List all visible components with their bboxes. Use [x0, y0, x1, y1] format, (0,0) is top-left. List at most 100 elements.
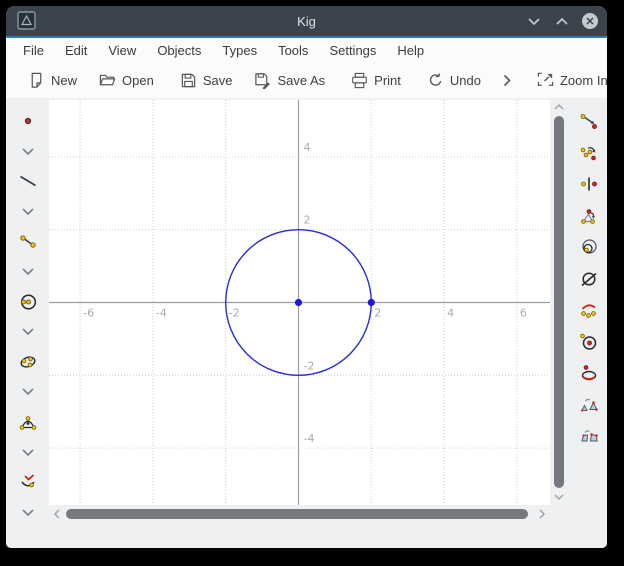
main-toolbar: New Open Save Save As [6, 62, 607, 98]
kig-window: Kig File Edit View Ob [6, 6, 607, 548]
geometry-drawing[interactable]: -6-4-224642-2-4 [49, 100, 550, 505]
save-icon [180, 72, 197, 89]
inversion-circle-icon [579, 333, 599, 351]
save-button[interactable]: Save [180, 72, 233, 89]
chevron-down-icon [21, 387, 35, 396]
vertical-scrollbar[interactable] [551, 100, 567, 505]
new-button[interactable]: New [28, 72, 77, 89]
point-reflection-icon [579, 175, 599, 193]
segments-dropdown[interactable] [18, 263, 38, 280]
close-icon [581, 12, 599, 30]
y-axis-tick-label: 2 [304, 214, 311, 227]
chevron-left-icon [51, 508, 63, 520]
x-axis-tick-label: 4 [447, 307, 454, 320]
similitude-icon [579, 301, 599, 319]
segment-tool[interactable] [18, 232, 38, 250]
circle-by-point-icon [18, 293, 38, 311]
translate-tool[interactable] [579, 112, 599, 130]
chevron-down-icon [21, 267, 35, 276]
new-document-icon [28, 72, 45, 89]
chevron-up-icon [553, 101, 565, 113]
x-axis-tick-label: -2 [229, 307, 240, 320]
line-tool[interactable] [18, 172, 38, 190]
inversion-tool[interactable] [579, 270, 599, 288]
menu-objects[interactable]: Objects [157, 43, 201, 58]
titlebar[interactable]: Kig [6, 6, 607, 36]
vertical-scrollbar-thumb[interactable] [554, 116, 564, 488]
menubar: File Edit View Objects Types Tools Setti… [6, 38, 607, 62]
menu-types[interactable]: Types [222, 43, 257, 58]
angle-tool[interactable] [18, 413, 38, 431]
scale-tool[interactable] [579, 238, 599, 256]
scroll-up-button[interactable] [553, 101, 565, 113]
undo-button[interactable]: Undo [427, 72, 481, 89]
test-check-icon [18, 473, 38, 491]
projectivity-icon [579, 427, 599, 445]
menu-edit[interactable]: Edit [65, 43, 87, 58]
menu-settings[interactable]: Settings [329, 43, 376, 58]
menu-view[interactable]: View [108, 43, 136, 58]
geometry-canvas[interactable]: -6-4-224642-2-4 [49, 100, 550, 505]
circular-inversion-icon [579, 364, 599, 382]
circles-dropdown[interactable] [18, 323, 38, 340]
horizontal-scrollbar[interactable] [49, 507, 552, 521]
new-button-label: New [51, 73, 77, 88]
points-dropdown[interactable] [18, 143, 38, 160]
chevron-down-icon [21, 207, 35, 216]
minimize-button[interactable] [525, 12, 543, 30]
conic-tool[interactable] [18, 353, 38, 371]
close-button[interactable] [581, 12, 599, 30]
horizontal-scrollbar-thumb[interactable] [66, 509, 528, 519]
geometry-point[interactable] [295, 299, 302, 306]
maximize-button[interactable] [553, 12, 571, 30]
scroll-right-button[interactable] [536, 508, 548, 520]
y-axis-tick-label: -2 [304, 359, 315, 372]
kig-app-icon[interactable] [17, 11, 36, 30]
conic-icon [18, 353, 38, 371]
conics-dropdown[interactable] [18, 383, 38, 400]
open-folder-icon [99, 72, 116, 89]
projectivity-tool[interactable] [579, 427, 599, 445]
open-button[interactable]: Open [99, 72, 154, 89]
menu-file[interactable]: File [23, 43, 44, 58]
left-tool-palette [6, 98, 49, 521]
menu-tools[interactable]: Tools [278, 43, 308, 58]
undo-dropdown-button[interactable] [503, 74, 511, 87]
scroll-down-button[interactable] [553, 491, 565, 503]
print-icon [351, 72, 368, 89]
point-reflection-tool[interactable] [579, 175, 599, 193]
y-axis-tick-label: 4 [304, 141, 311, 154]
lines-dropdown[interactable] [18, 203, 38, 220]
print-button-label: Print [374, 73, 401, 88]
similitude-tool[interactable] [579, 301, 599, 319]
point-tool[interactable] [18, 112, 38, 130]
inversion-circle-tool[interactable] [579, 333, 599, 351]
test-tool[interactable] [18, 473, 38, 491]
angles-dropdown[interactable] [18, 444, 38, 461]
rotation-tool[interactable] [579, 207, 599, 225]
inversion-icon [579, 270, 599, 288]
scroll-left-button[interactable] [51, 508, 63, 520]
save-as-button[interactable]: Save As [254, 72, 325, 89]
menu-help[interactable]: Help [397, 43, 424, 58]
x-axis-tick-label: 6 [520, 307, 527, 320]
x-axis-tick-label: -4 [156, 307, 167, 320]
print-button[interactable]: Print [351, 72, 401, 89]
chevron-right-icon [503, 74, 511, 87]
chevron-down-icon [21, 147, 35, 156]
zoom-in-button[interactable]: Zoom In [537, 72, 607, 89]
tests-dropdown[interactable] [18, 504, 38, 521]
geometry-point[interactable] [368, 299, 375, 306]
rotate-tool[interactable] [579, 144, 599, 162]
x-axis-tick-label: -6 [83, 307, 94, 320]
similarity-tool[interactable] [579, 396, 599, 414]
save-button-label: Save [203, 73, 233, 88]
scale-icon [579, 238, 599, 256]
circular-inversion-tool[interactable] [579, 364, 599, 382]
undo-button-label: Undo [450, 73, 481, 88]
chevron-down-icon [21, 327, 35, 336]
desktop-background: Kig File Edit View Ob [0, 0, 624, 566]
circle-tool[interactable] [18, 293, 38, 311]
similarity-icon [579, 396, 599, 414]
chevron-down-icon [553, 491, 565, 503]
